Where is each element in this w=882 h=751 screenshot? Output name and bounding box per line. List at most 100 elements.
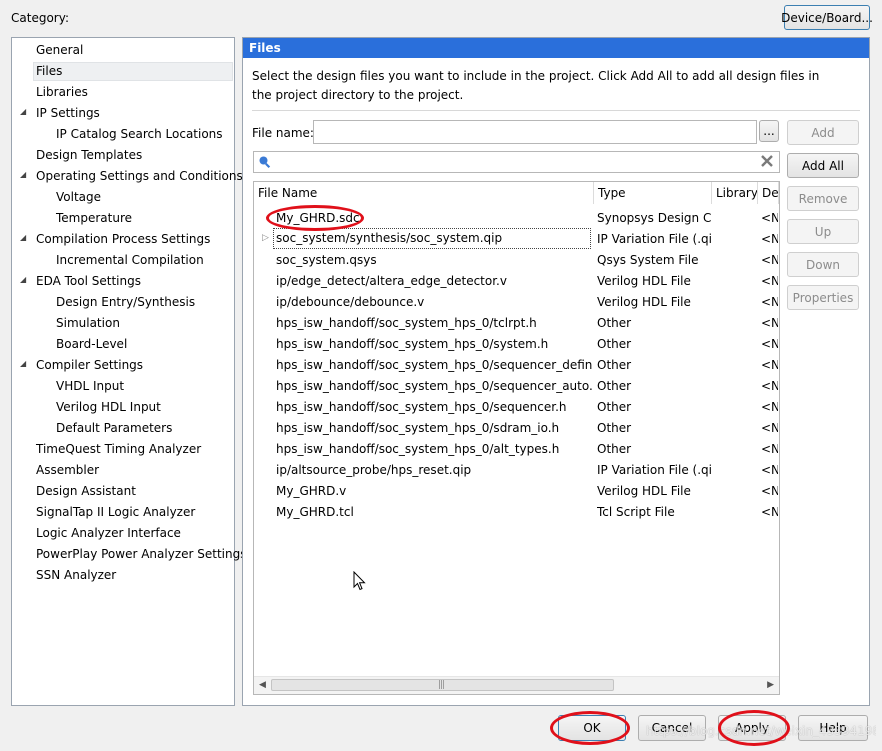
down-button[interactable]: Down <box>787 252 859 277</box>
tree-item[interactable]: VHDL Input <box>56 377 124 396</box>
column-header[interactable]: File Name <box>254 182 594 204</box>
table-cell: IP Variation File (.qip) <box>597 463 711 477</box>
tree-item[interactable]: Libraries <box>36 83 88 102</box>
tree-item[interactable]: General <box>36 41 83 60</box>
table-cell: Synopsys Design C... <box>597 211 711 225</box>
table-row[interactable]: My_GHRD.tcl Tcl Script File <N <box>254 502 779 523</box>
ok-button[interactable]: OK <box>558 715 626 741</box>
table-row[interactable]: hps_isw_handoff/soc_system_hps_0/sdram_i… <box>254 418 779 439</box>
table-cell: <N <box>761 379 778 393</box>
category-tree[interactable]: General Files Libraries ◢ IP Settings IP Cata… <box>11 37 246 706</box>
tree-item[interactable]: Design Entry/Synthesis <box>56 293 195 312</box>
table-cell: My_GHRD.sdc <box>276 211 360 225</box>
table-row[interactable]: hps_isw_handoff/soc_system_hps_0/sequenc… <box>254 397 779 418</box>
properties-button[interactable]: Properties <box>787 285 859 310</box>
table-row[interactable]: ▷ soc_system/synthesis/soc_system.qip IP V… <box>254 228 779 250</box>
row-expander-icon[interactable]: ▷ <box>262 233 269 243</box>
up-button[interactable]: Up <box>787 219 859 244</box>
scroll-right-icon[interactable]: ▶ <box>767 680 774 690</box>
device-board-button[interactable]: Device/Board... <box>781 5 873 30</box>
table-cell: Other <box>597 379 632 393</box>
table-cell: hps_isw_handoff/soc_system_hps_0/alt_typ… <box>276 442 560 456</box>
table-row[interactable]: ip/edge_detect/altera_edge_detector.v Ver… <box>254 271 779 292</box>
table-cell: <N <box>761 400 778 414</box>
tree-item[interactable]: Design Assistant <box>36 482 136 501</box>
tree-item[interactable]: EDA Tool Settings <box>36 272 141 291</box>
table-cell: <N <box>761 421 778 435</box>
tree-item[interactable]: Verilog HDL Input <box>56 398 161 417</box>
table-cell: hps_isw_handoff/soc_system_hps_0/sequenc… <box>276 379 592 393</box>
scroll-left-icon[interactable]: ◀ <box>259 680 266 690</box>
table-cell: Other <box>597 358 632 372</box>
tree-item[interactable]: Default Parameters <box>56 419 172 438</box>
tree-item[interactable]: Assembler <box>36 461 99 480</box>
tree-expander-icon[interactable]: ◢ <box>20 359 26 368</box>
table-row[interactable]: hps_isw_handoff/soc_system_hps_0/tclrpt.… <box>254 313 779 334</box>
tree-item[interactable]: Compilation Process Settings <box>36 230 210 249</box>
add-button[interactable]: Add <box>787 120 859 145</box>
tree-item[interactable]: Simulation <box>56 314 120 333</box>
table-cell <box>715 271 757 292</box>
tree-item[interactable]: IP Settings <box>36 104 100 123</box>
column-header[interactable]: Type <box>594 182 712 204</box>
mouse-cursor-icon <box>353 570 367 594</box>
tree-item[interactable]: Voltage <box>56 188 101 207</box>
clear-search-icon[interactable] <box>759 153 775 172</box>
tree-item[interactable]: IP Catalog Search Locations <box>56 125 223 144</box>
description-divider <box>252 110 860 111</box>
column-header[interactable]: De <box>758 182 779 204</box>
remove-button[interactable]: Remove <box>787 186 859 211</box>
table-row[interactable]: My_GHRD.sdc Synopsys Design C... <N <box>254 208 779 229</box>
file-table[interactable]: File Name Type Library De My_GHRD.sdc Synops… <box>253 181 780 695</box>
tree-expander-icon[interactable]: ◢ <box>20 233 26 242</box>
table-cell <box>715 292 757 313</box>
tree-item[interactable]: TimeQuest Timing Analyzer <box>36 440 201 459</box>
table-cell: soc_system.qsys <box>276 253 377 267</box>
tree-item[interactable]: SignalTap II Logic Analyzer <box>36 503 195 522</box>
browse-button[interactable]: ... <box>759 120 779 142</box>
horizontal-scrollbar[interactable]: ◀ ||| ▶ <box>254 676 779 694</box>
table-cell: IP Variation File (.qip) <box>597 232 711 246</box>
table-row[interactable]: ip/debounce/debounce.v Verilog HDL File <N <box>254 292 779 313</box>
table-row[interactable]: ip/altsource_probe/hps_reset.qip IP Varia… <box>254 460 779 481</box>
tree-item[interactable]: Files <box>33 62 233 81</box>
table-cell: hps_isw_handoff/soc_system_hps_0/tclrpt.… <box>276 316 537 330</box>
tree-expander-icon[interactable]: ◢ <box>20 107 26 116</box>
tree-expander-icon[interactable]: ◢ <box>20 170 26 179</box>
table-cell: <N <box>761 442 778 456</box>
table-cell <box>715 355 757 376</box>
add-all-button[interactable]: Add All <box>787 153 859 178</box>
table-cell <box>715 460 757 481</box>
table-row[interactable]: hps_isw_handoff/soc_system_hps_0/alt_typ… <box>254 439 779 460</box>
scrollbar-thumb[interactable]: ||| <box>271 679 614 691</box>
table-row[interactable]: hps_isw_handoff/soc_system_hps_0/system.… <box>254 334 779 355</box>
tree-item[interactable]: Board-Level <box>56 335 127 354</box>
table-cell: soc_system/synthesis/soc_system.qip <box>273 228 591 249</box>
tree-item[interactable]: PowerPlay Power Analyzer Settings <box>36 545 246 564</box>
table-cell: Other <box>597 442 632 456</box>
table-cell: Other <box>597 337 632 351</box>
table-cell: hps_isw_handoff/soc_system_hps_0/sequenc… <box>276 358 592 372</box>
tree-item[interactable]: Compiler Settings <box>36 356 143 375</box>
table-row[interactable]: hps_isw_handoff/soc_system_hps_0/sequenc… <box>254 355 779 376</box>
table-row[interactable]: hps_isw_handoff/soc_system_hps_0/sequenc… <box>254 376 779 397</box>
tree-expander-icon[interactable]: ◢ <box>20 275 26 284</box>
tree-item[interactable]: SSN Analyzer <box>36 566 116 585</box>
column-header[interactable]: Library <box>712 182 758 204</box>
table-cell <box>715 502 757 523</box>
tree-item[interactable]: Incremental Compilation <box>56 251 204 270</box>
tree-item[interactable]: Operating Settings and Conditions <box>36 167 243 186</box>
file-name-input[interactable] <box>313 120 757 144</box>
tree-item[interactable]: Logic Analyzer Interface <box>36 524 181 543</box>
panel-description: Select the design files you want to incl… <box>252 69 820 102</box>
table-cell: <N <box>761 232 778 246</box>
table-row[interactable]: My_GHRD.v Verilog HDL File <N <box>254 481 779 502</box>
table-cell: ip/debounce/debounce.v <box>276 295 425 309</box>
table-row[interactable]: soc_system.qsys Qsys System File <N <box>254 250 779 271</box>
tree-item[interactable]: Temperature <box>56 209 132 228</box>
table-cell: <N <box>761 337 778 351</box>
search-input[interactable] <box>253 151 780 173</box>
table-cell: Verilog HDL File <box>597 295 691 309</box>
tree-item[interactable]: Design Templates <box>36 146 142 165</box>
file-name-label: File name: <box>252 126 314 140</box>
